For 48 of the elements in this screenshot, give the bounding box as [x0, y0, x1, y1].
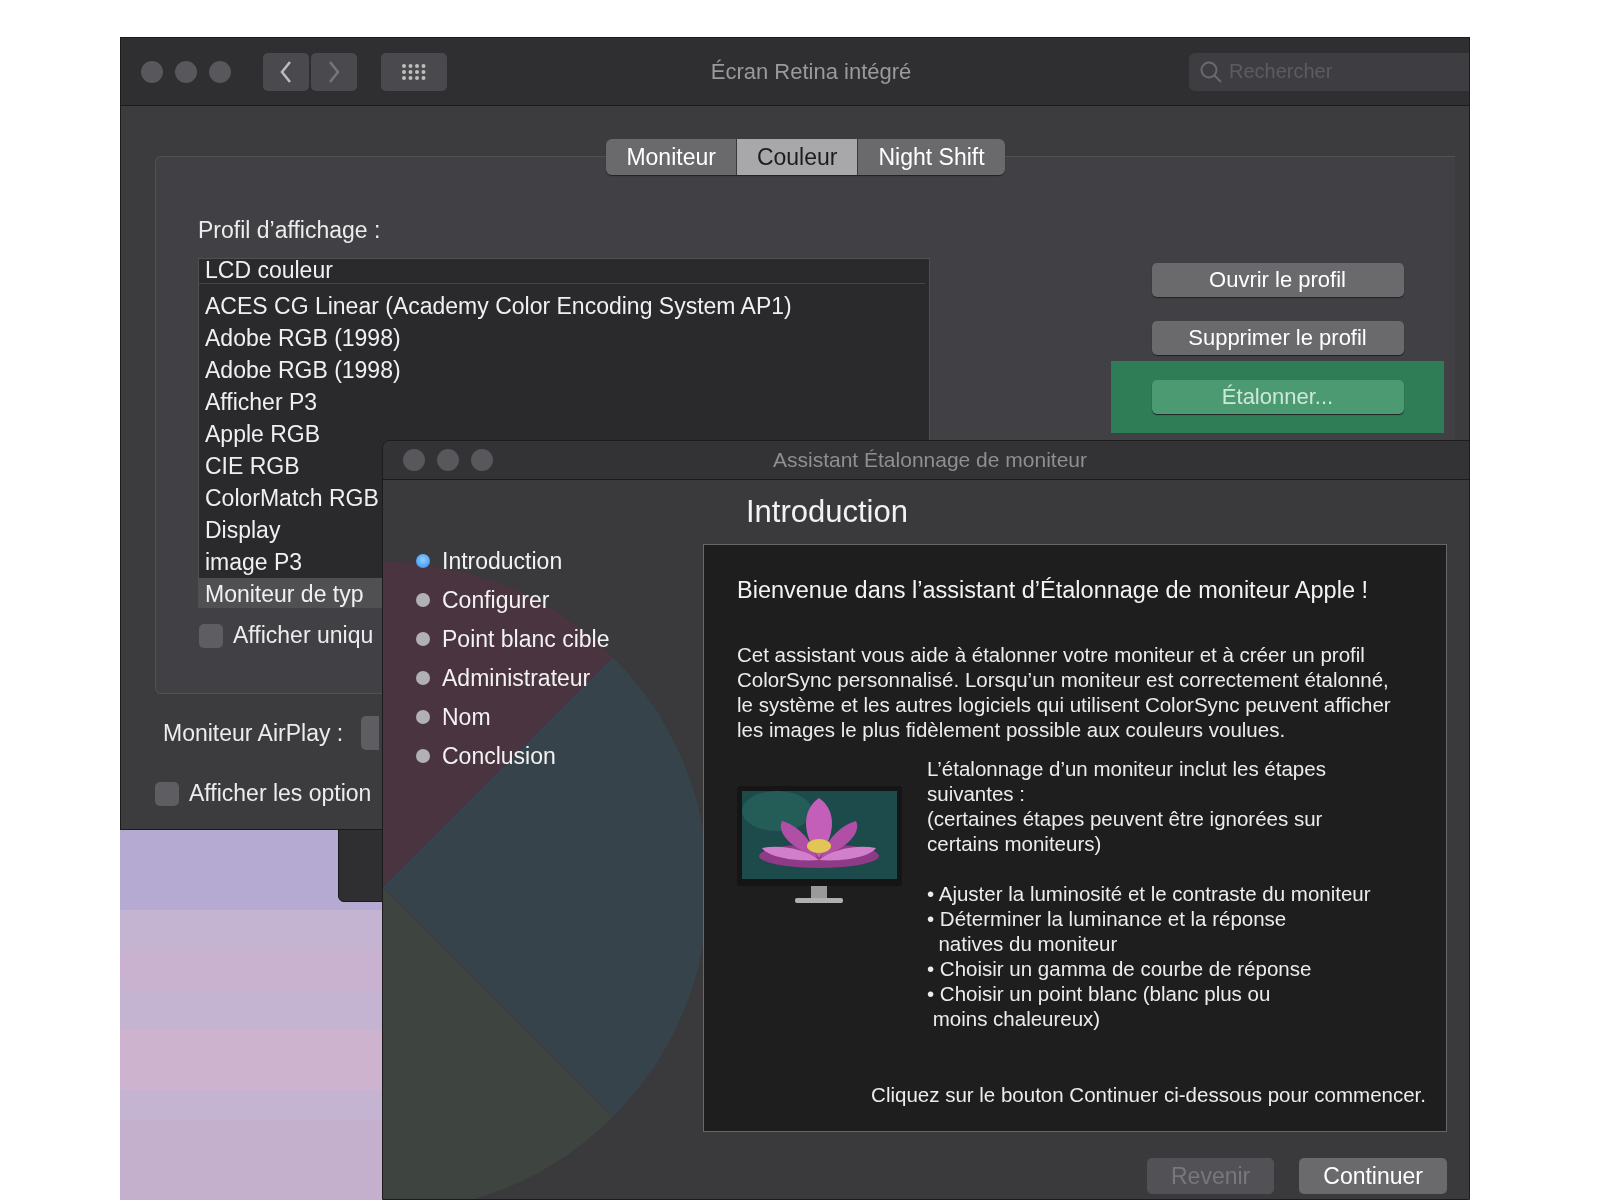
tab[interactable]: Moniteur [606, 139, 736, 175]
welcome-text: Bienvenue dans l’assistant d’Étalonnage de moniteur Apple ! [737, 577, 1369, 604]
profile-item[interactable]: Adobe RGB (1998) [199, 322, 929, 354]
bullet-item: • Déterminer la luminance et la réponse natives du moniteur [927, 906, 1288, 956]
profile-button[interactable]: Ouvrir le profil [1151, 263, 1404, 297]
bullet-item: • Choisir un point blanc (blanc plus ou moins chaleureux) [927, 981, 1272, 1031]
close-button[interactable] [403, 449, 425, 471]
zoom-button[interactable] [209, 60, 231, 83]
profile-item[interactable]: Adobe RGB (1998) [199, 354, 929, 386]
profile-item[interactable]: ACES CG Linear (Academy Color Encoding System AP1) [199, 290, 929, 322]
page-heading: Introduction [746, 494, 908, 531]
profile-label: Profil d’affichage : [198, 217, 382, 244]
footer-text: Cliquez sur le bouton Continuer ci-dessous pour commencer. [871, 1083, 1426, 1107]
checkbox-label: Afficher uniqu [233, 622, 374, 649]
chevron-left-icon [279, 59, 293, 84]
profile-item[interactable]: LCD couleur [199, 259, 925, 284]
step-label: Point blanc cible [442, 625, 610, 653]
intro-paragraph: Cet assistant vous aide à étalonner votre moniteur et à créer un profil ColorSync personnalisé. Lorsqu’un moniteur est correctement étalonné, le système et les autres logiciels qui utilisent ColorSync peuvent afficher les images le plus fidèlement possible aux couleurs voulues. [737, 642, 1392, 742]
back-button[interactable] [263, 52, 309, 91]
dialog-button[interactable]: Continuer [1299, 1158, 1447, 1194]
airplay-popup[interactable] [361, 716, 380, 750]
grid-icon [401, 62, 427, 81]
minimize-button[interactable] [437, 449, 459, 471]
profile-item[interactable]: Afficher P3 [199, 386, 929, 418]
profile-button[interactable]: Supprimer le profil [1151, 321, 1404, 355]
window-title: Écran Retina intégré [710, 58, 912, 85]
checkbox[interactable] [155, 781, 179, 806]
bullet-item: • Choisir un gamma de courbe de réponse [927, 956, 1313, 981]
tab[interactable]: Night Shift [857, 139, 1005, 175]
zoom-button[interactable] [471, 449, 493, 471]
close-button[interactable] [141, 60, 163, 83]
airplay-label: Moniteur AirPlay : [163, 719, 344, 747]
grid-button[interactable] [381, 52, 447, 91]
checkbox-label: Afficher les option [189, 780, 372, 807]
tab[interactable]: Couleur [735, 139, 858, 175]
minimize-button[interactable] [175, 60, 197, 83]
window-title: Assistant Étalonnage de moniteur [773, 448, 1087, 472]
bullet-item: • Ajuster la luminosité et le contraste du moniteur [927, 881, 1371, 906]
checkbox[interactable] [199, 623, 223, 648]
search-icon [1199, 59, 1223, 84]
step-label: Introduction [442, 547, 563, 575]
chevron-right-icon [327, 59, 341, 84]
step-label: Administrateur [442, 664, 591, 692]
step-label: Nom [442, 703, 491, 731]
step-label: Configurer [442, 586, 550, 614]
forward-button[interactable] [311, 52, 357, 91]
steps-intro: L’étalonnage d’un moniteur inclut les étapes suivantes : (certaines étapes peuvent être ignorées sur certains moniteurs) [927, 756, 1327, 856]
step-label: Conclusion [442, 742, 556, 770]
